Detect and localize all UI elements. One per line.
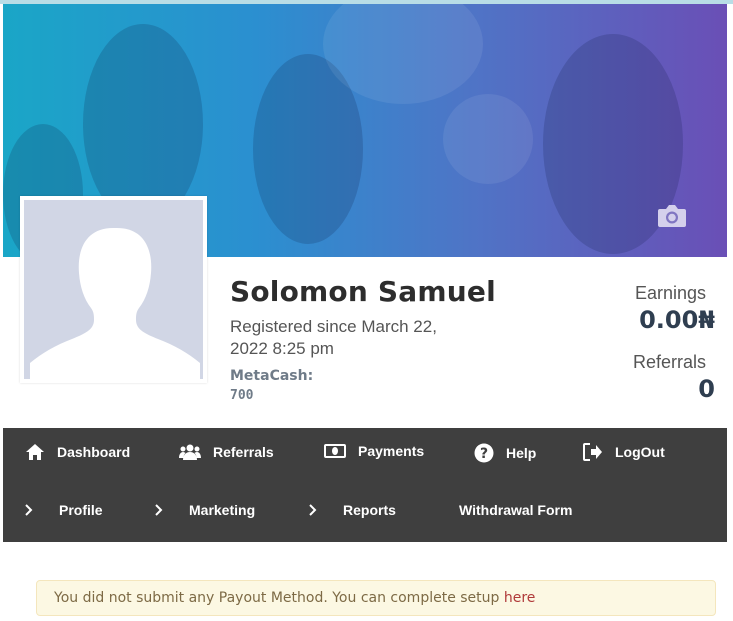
- money-icon: [324, 444, 346, 458]
- earnings-label: Earnings: [634, 283, 706, 303]
- nav-referrals[interactable]: Referrals: [179, 443, 274, 461]
- registered-date: Registered since March 22, 2022 8:25 pm: [230, 317, 437, 358]
- logout-icon: [583, 443, 602, 461]
- alert-setup-link[interactable]: here: [504, 590, 536, 606]
- nav-profile-label: Profile: [59, 502, 103, 518]
- camera-icon[interactable]: [656, 202, 688, 230]
- avatar[interactable]: [20, 196, 207, 383]
- profile-name: Solomon Samuel: [230, 275, 496, 308]
- chevron-right-icon: [25, 504, 33, 516]
- nav-marketing-label: Marketing: [189, 502, 256, 518]
- nav-payments[interactable]: Payments: [324, 443, 424, 459]
- alert-message: You did not submit any Payout Method. Yo…: [54, 590, 504, 606]
- nav-referrals-label: Referrals: [213, 444, 274, 460]
- svg-text:?: ?: [480, 446, 488, 462]
- payout-warning-alert: You did not submit any Payout Method. Yo…: [36, 580, 716, 616]
- metacash-value: 700: [230, 388, 254, 403]
- nav-payments-label: Payments: [358, 443, 425, 459]
- referrals-value: 0: [698, 375, 715, 403]
- nav-dashboard-label: Dashboard: [57, 444, 131, 460]
- question-icon: ?: [474, 443, 494, 463]
- nav-logout[interactable]: LogOut: [583, 443, 665, 461]
- metacash-label: MetaCash:: [230, 368, 314, 384]
- nav-dashboard[interactable]: Dashboard: [25, 443, 130, 461]
- chevron-right-icon: [309, 504, 317, 516]
- users-icon: [179, 444, 201, 460]
- avatar-placeholder-icon: [24, 200, 203, 379]
- nav-reports[interactable]: Reports: [309, 502, 396, 518]
- nav-profile[interactable]: Profile: [25, 502, 103, 518]
- main-navigation: Dashboard Referrals Payments ? Help LogO…: [3, 428, 727, 542]
- nav-withdrawal-form-label: Withdrawal Form: [459, 502, 573, 518]
- home-icon: [26, 444, 44, 460]
- nav-logout-label: LogOut: [615, 444, 665, 460]
- nav-marketing[interactable]: Marketing: [155, 502, 255, 518]
- earnings-value: 0.00₦: [639, 306, 715, 334]
- nav-help-label: Help: [506, 445, 537, 461]
- referrals-label: Referrals: [632, 352, 706, 372]
- nav-reports-label: Reports: [343, 502, 396, 518]
- nav-help[interactable]: ? Help: [474, 443, 536, 463]
- nav-withdrawal-form[interactable]: Withdrawal Form: [459, 502, 572, 518]
- chevron-right-icon: [155, 504, 163, 516]
